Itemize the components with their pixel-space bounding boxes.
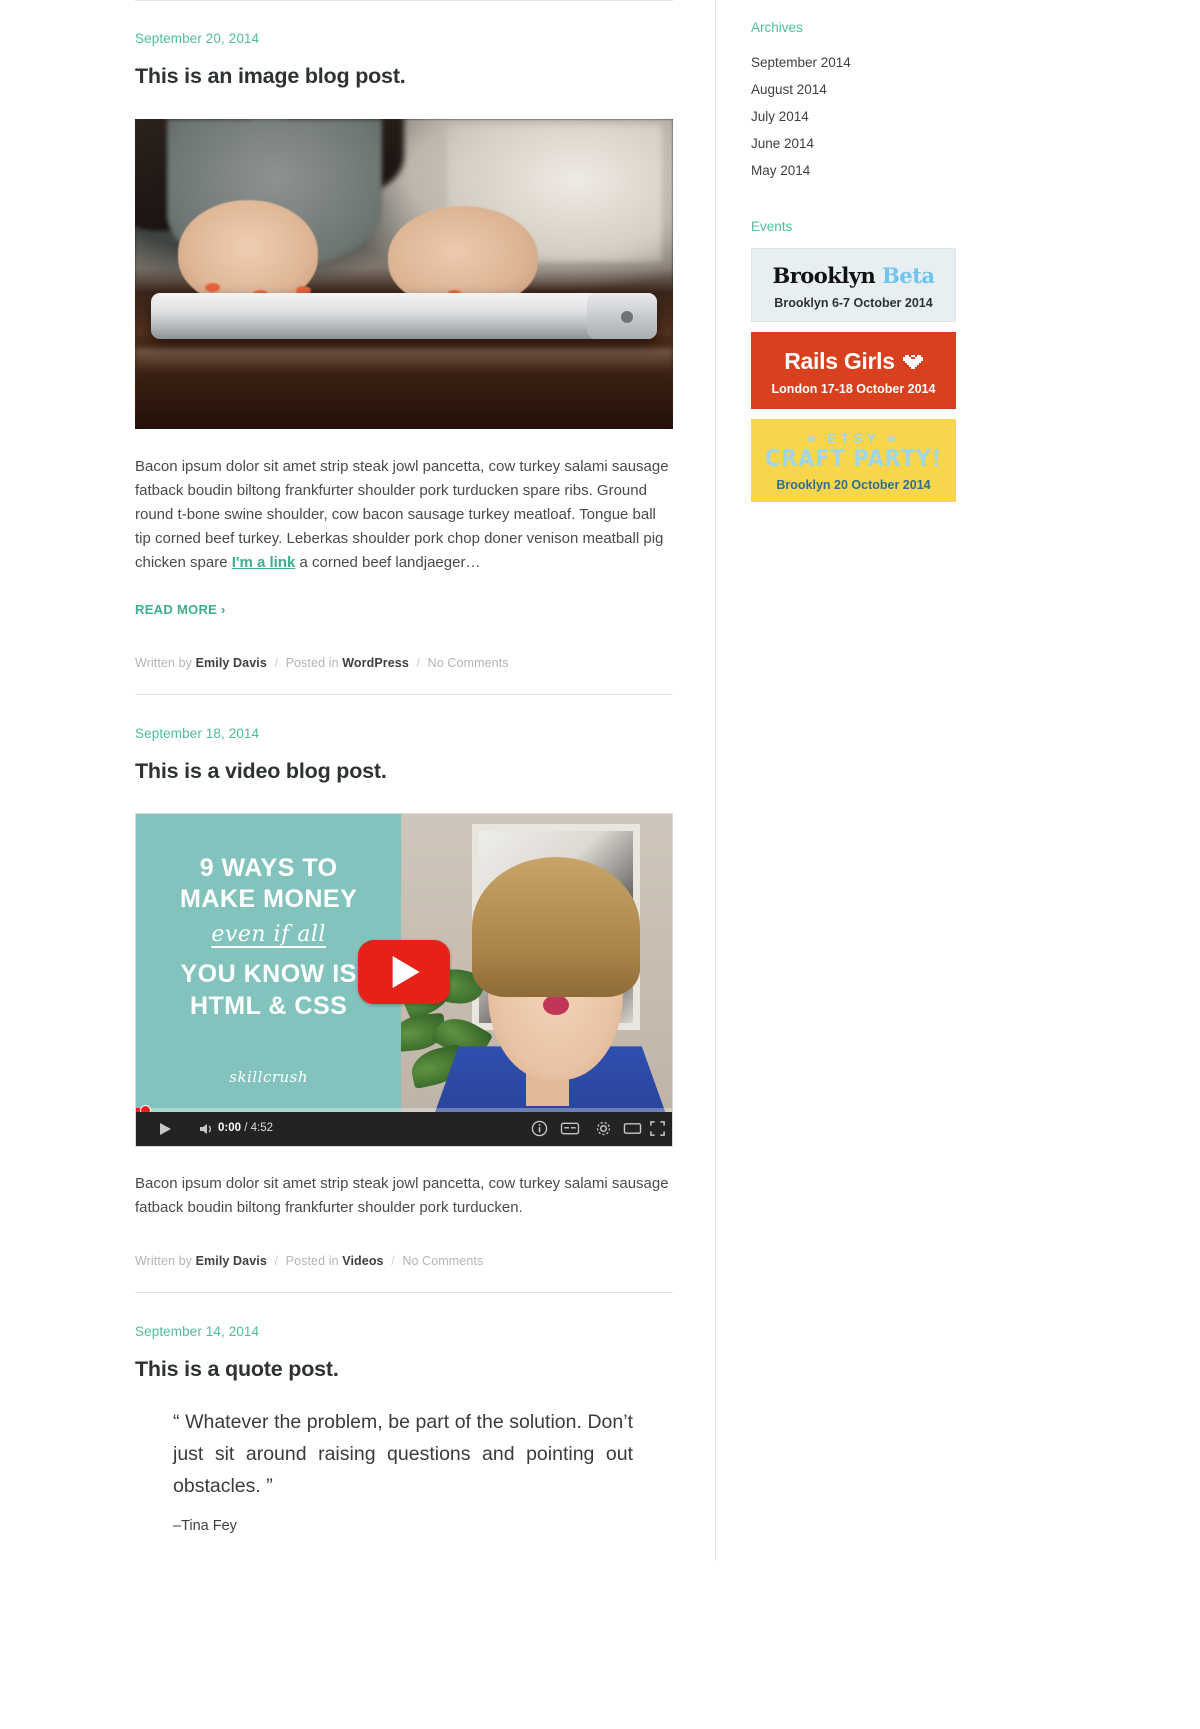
written-by-label: Written by [135, 656, 193, 670]
post-category[interactable]: Videos [342, 1254, 383, 1268]
theater-mode-icon[interactable] [623, 1120, 642, 1137]
video-headline-line-2: MAKE MONEY [180, 885, 358, 914]
post-image: September 20, 2014 This is an image blog… [135, 1, 673, 694]
event-logo-text-rails-girls: Rails Girls [784, 348, 895, 374]
archive-link-july[interactable]: July 2014 [751, 103, 1045, 130]
event-date-rails-girls: London 17-18 October 2014 [771, 382, 936, 396]
event-date-etsy-craft-party: Brooklyn 20 October 2014 [776, 478, 931, 492]
meta-separator: / [416, 656, 421, 670]
closed-captions-icon[interactable] [560, 1120, 580, 1137]
post-date[interactable]: September 14, 2014 [135, 1324, 673, 1339]
play-icon[interactable] [156, 1120, 174, 1138]
volume-icon[interactable] [198, 1120, 216, 1138]
post-quote-block: “ Whatever the problem, be part of the s… [173, 1406, 633, 1534]
video-person-mouth [542, 994, 569, 1015]
post-meta: Written by Emily Davis / Posted in WordP… [135, 656, 673, 670]
video-headline-script: even if all [211, 921, 326, 947]
video-current-time: 0:00 [218, 1122, 242, 1134]
video-control-bar: 0:00 / 4:52 [136, 1112, 672, 1146]
blog-listing-page: September 20, 2014 This is an image blog… [0, 0, 1200, 1729]
read-more-link[interactable]: READ MORE › [135, 602, 226, 617]
quote-citation: –Tina Fey [173, 1518, 237, 1534]
event-logo-text-etsy: ETSY [827, 430, 880, 446]
meta-separator: / [391, 1254, 395, 1268]
video-brand-logo: skillcrush [229, 1067, 309, 1086]
post-excerpt: Bacon ipsum dolor sit amet strip steak j… [135, 455, 673, 575]
photo-keyboard-button [620, 311, 633, 324]
events-widget: Events Brooklyn Beta Brooklyn 6-7 Octobe… [751, 219, 1045, 502]
post-meta: Written by Emily Davis / Posted in Video… [135, 1254, 673, 1268]
pixel-heart-icon [902, 355, 923, 369]
events-widget-title: Events [751, 219, 793, 234]
post-category[interactable]: WordPress [342, 656, 409, 670]
event-logo-craft-party: CRAFT PARTY! [764, 446, 943, 472]
archive-link-june[interactable]: June 2014 [751, 130, 1045, 157]
photo-desk-reflection [135, 348, 673, 374]
archive-link-august[interactable]: August 2014 [751, 76, 1045, 103]
quote-text: “ Whatever the problem, be part of the s… [173, 1411, 633, 1497]
event-date-brooklyn-beta: Brooklyn 6-7 October 2014 [774, 296, 933, 310]
post-quote: September 14, 2014 This is a quote post.… [135, 1293, 673, 1574]
settings-gear-icon[interactable] [595, 1120, 612, 1137]
event-logo-etsy: ≡ ETSY ≡ [807, 430, 900, 446]
play-button-icon[interactable] [358, 939, 450, 1004]
post-excerpt: Bacon ipsum dolor sit amet strip steak j… [135, 1175, 669, 1216]
post-title[interactable]: This is a quote post. [135, 1357, 673, 1382]
video-duration: 4:52 [250, 1122, 274, 1134]
event-logo-rails-girls: Rails Girls [751, 348, 956, 375]
event-card-brooklyn-beta[interactable]: Brooklyn Beta Brooklyn 6-7 October 2014 [751, 248, 956, 322]
event-card-etsy-craft-party[interactable]: ≡ ETSY ≡ CRAFT PARTY! Brooklyn 20 Octobe… [751, 419, 956, 502]
post-author[interactable]: Emily Davis [196, 1254, 267, 1268]
post-title[interactable]: This is a video blog post. [135, 759, 673, 784]
post-list: September 20, 2014 This is an image blog… [135, 0, 673, 1574]
post-title[interactable]: This is an image blog post. [135, 64, 673, 89]
post-video: September 18, 2014 This is a video blog … [135, 695, 673, 1292]
post-date[interactable]: September 18, 2014 [135, 726, 673, 741]
event-logo-word-beta: Beta [882, 263, 935, 288]
archives-widget: Archives September 2014 August 2014 July… [751, 0, 1045, 184]
video-time-separator: / [244, 1122, 248, 1134]
video-player[interactable]: 9 WAYS TO MAKE MONEY even if all YOU KNO… [135, 813, 673, 1147]
event-logo-word-brooklyn: Brooklyn [772, 263, 876, 288]
post-comments[interactable]: No Comments [428, 656, 509, 670]
event-logo-brooklyn-beta: Brooklyn Beta [752, 263, 955, 288]
inline-link[interactable]: I'm a link [232, 554, 296, 571]
video-person-hair [471, 857, 640, 997]
post-featured-image[interactable] [135, 119, 673, 429]
post-author[interactable]: Emily Davis [196, 656, 267, 670]
event-card-rails-girls[interactable]: Rails Girls London 17-18 October 2014 [751, 332, 956, 409]
video-headline-line-1: 9 WAYS TO [199, 853, 338, 882]
post-comments[interactable]: No Comments [402, 1254, 483, 1268]
post-date[interactable]: September 20, 2014 [135, 31, 673, 46]
post-excerpt-part-2: a corned beef landjaeger… [295, 554, 481, 571]
meta-separator: / [274, 1254, 279, 1268]
posted-in-label: Posted in [285, 656, 339, 670]
meta-separator: / [274, 656, 279, 670]
sidebar: Archives September 2014 August 2014 July… [715, 0, 1045, 1561]
archive-link-september[interactable]: September 2014 [751, 49, 1045, 76]
archives-widget-title: Archives [751, 20, 803, 35]
posted-in-label: Posted in [285, 1254, 339, 1268]
archive-link-may[interactable]: May 2014 [751, 157, 1045, 184]
fullscreen-icon[interactable] [649, 1120, 666, 1137]
photo-keyboard [151, 292, 657, 340]
written-by-label: Written by [135, 1254, 193, 1268]
info-icon[interactable] [531, 1120, 548, 1137]
video-timestamp: 0:00 / 4:52 [218, 1122, 273, 1134]
